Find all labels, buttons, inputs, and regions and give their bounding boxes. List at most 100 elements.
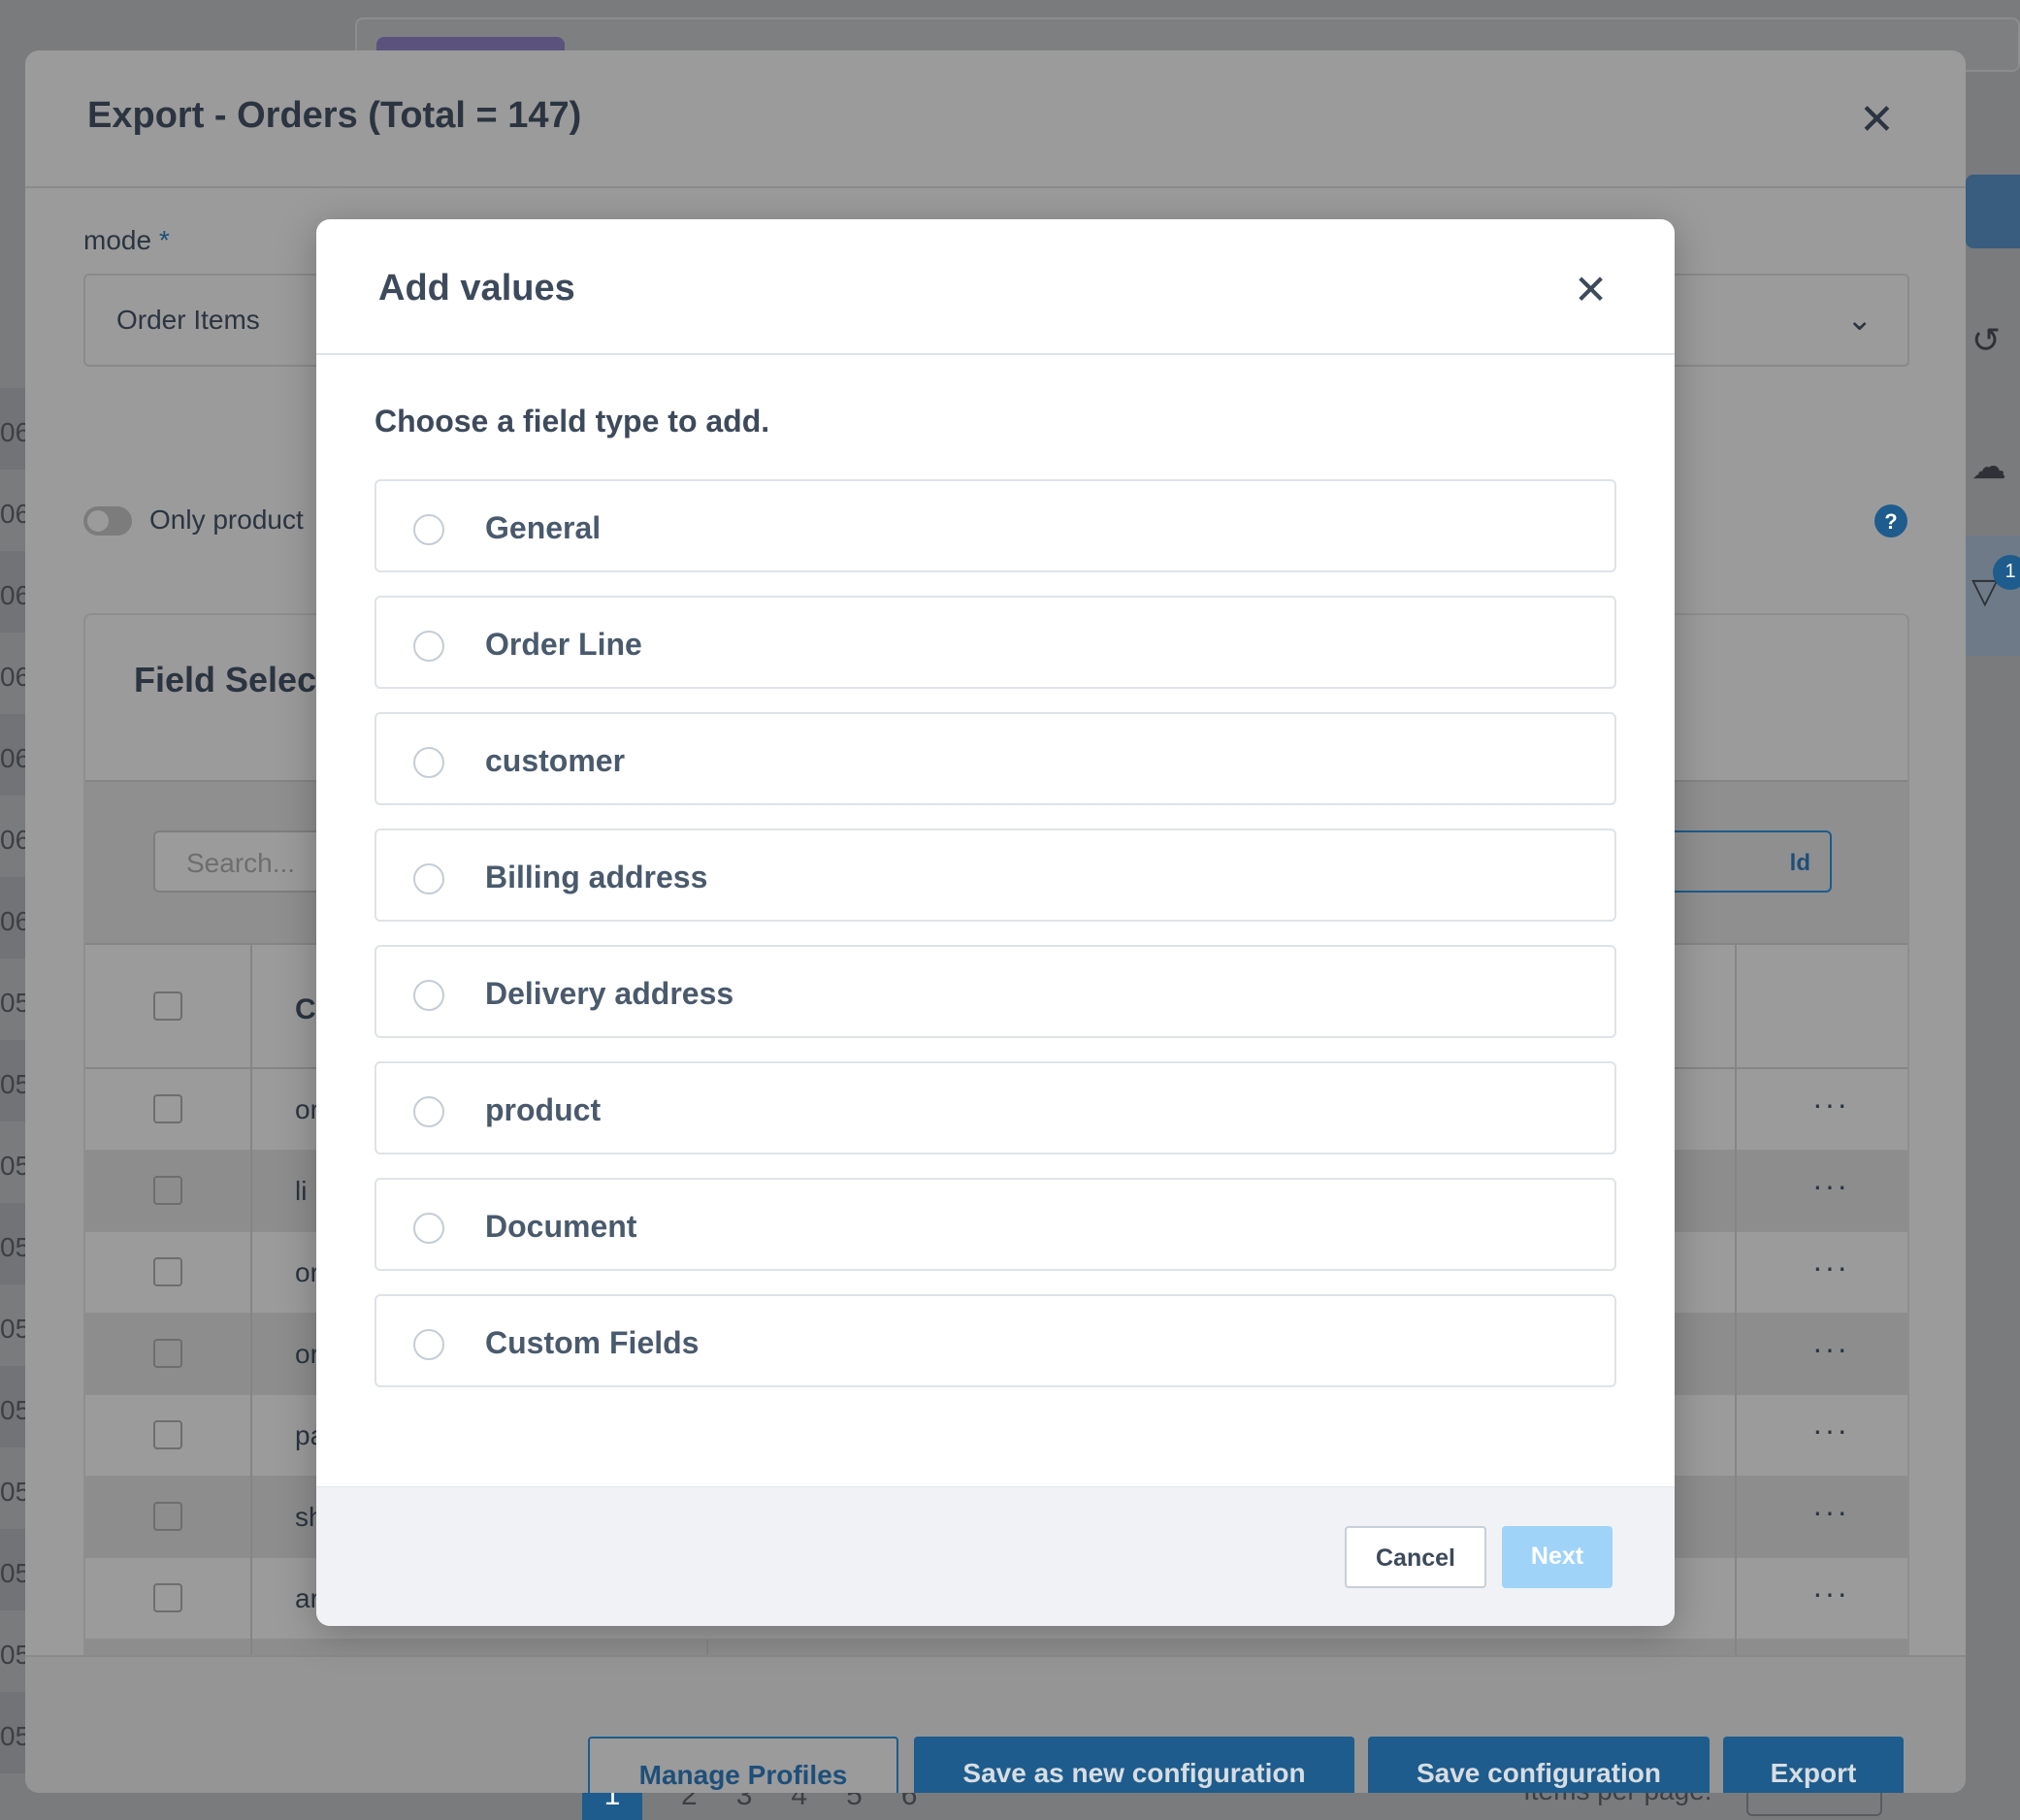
column-divider — [250, 1151, 252, 1232]
chevron-down-icon: ⌄ — [1846, 302, 1873, 337]
option-label: product — [485, 1092, 602, 1127]
required-marker: * — [158, 225, 170, 255]
radio-button[interactable] — [413, 1329, 444, 1360]
add-values-footer: Cancel Next — [316, 1486, 1675, 1626]
rail-action-button[interactable] — [1966, 175, 2020, 248]
column-divider — [250, 1395, 252, 1477]
background-row: 05 — [0, 1314, 31, 1344]
option-customer[interactable]: customer — [375, 712, 1616, 805]
radio-button[interactable] — [413, 980, 444, 1011]
close-icon[interactable]: ✕ — [1859, 99, 1895, 142]
radio-button[interactable] — [413, 1213, 444, 1244]
mode-label-text: mode — [83, 225, 152, 255]
option-billing-address[interactable]: Billing address — [375, 829, 1616, 922]
row-checkbox[interactable] — [153, 1094, 182, 1123]
option-delivery-address[interactable]: Delivery address — [375, 945, 1616, 1038]
column-divider — [1735, 1314, 1737, 1395]
option-label: customer — [485, 743, 626, 778]
mode-select-value: Order Items — [116, 305, 260, 335]
option-label: Document — [485, 1209, 637, 1244]
manage-profiles-button[interactable]: Manage Profiles — [588, 1737, 898, 1793]
option-order-line[interactable]: Order Line — [375, 596, 1616, 689]
background-row: 05 — [0, 1529, 30, 1610]
export-button[interactable]: Export — [1723, 1737, 1904, 1793]
column-divider — [1735, 1395, 1737, 1477]
column-divider — [250, 1558, 252, 1640]
radio-button[interactable] — [413, 863, 444, 894]
row-menu-icon[interactable]: ··· — [1812, 1494, 1849, 1530]
field-type-prompt: Choose a field type to add. — [375, 404, 770, 439]
export-modal-header: Export - Orders (Total = 147) ✕ — [25, 50, 1966, 188]
next-button[interactable]: Next — [1502, 1526, 1613, 1588]
option-document[interactable]: Document — [375, 1178, 1616, 1271]
export-modal-title: Export - Orders (Total = 147) — [87, 95, 582, 136]
column-header: C — [295, 993, 316, 1025]
column-divider — [1735, 1151, 1737, 1232]
row-menu-icon[interactable]: ··· — [1812, 1168, 1849, 1204]
radio-button[interactable] — [413, 1096, 444, 1127]
background-row: 05 — [0, 1640, 31, 1670]
column-divider — [250, 1069, 252, 1151]
option-custom-fields[interactable]: Custom Fields — [375, 1294, 1616, 1387]
row-menu-icon[interactable]: ··· — [1812, 1413, 1849, 1448]
cancel-button[interactable]: Cancel — [1345, 1526, 1486, 1588]
save-as-new-configuration-button[interactable]: Save as new configuration — [914, 1737, 1354, 1793]
background-row: 05 — [0, 1040, 30, 1121]
background-row: 05 — [0, 1366, 30, 1447]
option-general[interactable]: General — [375, 479, 1616, 572]
select-all-checkbox[interactable] — [153, 991, 182, 1021]
mode-label: mode * — [83, 225, 170, 256]
save-configuration-button[interactable]: Save configuration — [1368, 1737, 1710, 1793]
undo-icon[interactable]: ↺ — [1971, 320, 2001, 361]
option-label: General — [485, 510, 602, 545]
background-row: 05 — [0, 1692, 30, 1773]
option-product[interactable]: product — [375, 1061, 1616, 1154]
column-divider — [1735, 945, 1737, 1067]
column-divider — [1735, 1069, 1737, 1151]
cloud-download-icon[interactable]: ☁ — [1971, 446, 2006, 487]
column-divider — [250, 1232, 252, 1314]
export-modal-footer: Manage Profiles Save as new configuratio… — [25, 1655, 1966, 1793]
background-row: 06 — [0, 714, 30, 796]
radio-button[interactable] — [413, 631, 444, 662]
radio-button[interactable] — [413, 514, 444, 545]
background-row: 05 — [0, 1151, 31, 1181]
background-row: 06 — [0, 877, 30, 959]
background-row: 06 — [0, 388, 30, 470]
row-menu-icon[interactable]: ··· — [1812, 1576, 1849, 1611]
option-label: Billing address — [485, 860, 708, 894]
field-selection-title: Field Selec — [134, 660, 317, 699]
row-checkbox[interactable] — [153, 1502, 182, 1531]
row-checkbox[interactable] — [153, 1176, 182, 1205]
only-product-toggle-label: Only product — [149, 504, 304, 535]
option-label: Order Line — [485, 627, 642, 662]
column-divider — [1735, 1232, 1737, 1314]
add-values-header: Add values ✕ — [316, 219, 1675, 355]
background-row: 06 — [0, 662, 31, 692]
option-label: Delivery address — [485, 976, 734, 1011]
add-values-title: Add values — [378, 268, 575, 309]
filter-count-badge: 1 — [1993, 555, 2020, 590]
row-name: li — [295, 1176, 308, 1206]
row-checkbox[interactable] — [153, 1420, 182, 1449]
background-order-list: 06 06 06 06 06 06 06 05 05 05 05 05 05 0… — [0, 388, 31, 1773]
column-divider — [1735, 1477, 1737, 1558]
only-product-toggle[interactable] — [83, 506, 132, 536]
option-label: Custom Fields — [485, 1325, 700, 1360]
row-menu-icon[interactable]: ··· — [1812, 1331, 1849, 1367]
background-row: 05 — [0, 1203, 30, 1284]
row-checkbox[interactable] — [153, 1257, 182, 1286]
row-checkbox[interactable] — [153, 1339, 182, 1368]
row-checkbox[interactable] — [153, 1583, 182, 1612]
column-divider — [1735, 1558, 1737, 1640]
background-row: 06 — [0, 825, 31, 855]
help-icon[interactable]: ? — [1874, 504, 1907, 537]
row-menu-icon[interactable]: ··· — [1812, 1087, 1849, 1122]
background-row: 06 — [0, 551, 30, 633]
row-menu-icon[interactable]: ··· — [1812, 1250, 1849, 1285]
add-values-modal: Add values ✕ Choose a field type to add.… — [316, 219, 1675, 1626]
close-icon[interactable]: ✕ — [1574, 270, 1608, 310]
background-row: 06 — [0, 499, 31, 529]
background-row: 05 — [0, 988, 31, 1018]
radio-button[interactable] — [413, 747, 444, 778]
